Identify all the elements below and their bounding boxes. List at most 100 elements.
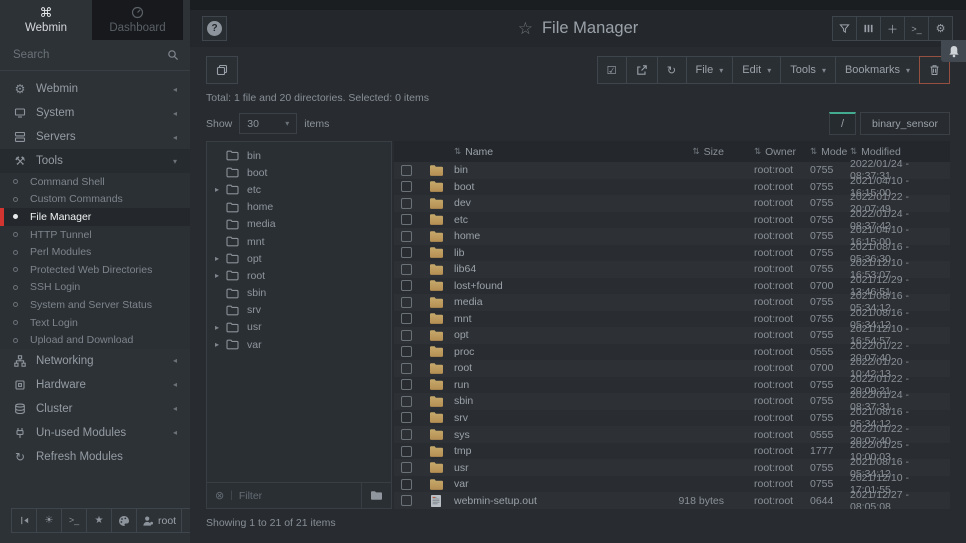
- favorite-star-icon[interactable]: ☆: [518, 19, 533, 39]
- clear-filter-icon[interactable]: ⊗: [215, 489, 224, 502]
- menu-bookmarks[interactable]: Bookmarks▾: [835, 56, 920, 84]
- refresh-button[interactable]: ↻: [657, 56, 687, 84]
- tree-item-var[interactable]: ▸var: [207, 336, 391, 353]
- chevron-right-icon[interactable]: ▸: [215, 185, 226, 194]
- chevron-right-icon[interactable]: ▸: [215, 340, 226, 349]
- collapse-sidebar-button[interactable]: [11, 508, 37, 533]
- row-checkbox[interactable]: [401, 313, 412, 324]
- menu-tools[interactable]: Tools▾: [780, 56, 836, 84]
- file-name-link[interactable]: lost+found: [454, 280, 650, 292]
- sidebar-subitem-ssh-login[interactable]: SSH Login: [0, 279, 190, 297]
- notifications-bell[interactable]: [941, 40, 966, 62]
- tree-filter-input[interactable]: Filter: [239, 490, 361, 502]
- favorites-button[interactable]: ★: [86, 508, 112, 533]
- file-name-link[interactable]: media: [454, 296, 650, 308]
- row-checkbox[interactable]: [401, 280, 412, 291]
- row-checkbox[interactable]: [401, 214, 412, 225]
- file-name-link[interactable]: bin: [454, 164, 650, 176]
- file-name-link[interactable]: dev: [454, 197, 650, 209]
- sidebar-subitem-perl-modules[interactable]: Perl Modules: [0, 243, 190, 261]
- terminal-button[interactable]: >_: [904, 16, 929, 41]
- sidebar-item-hardware[interactable]: Hardware◂: [0, 373, 190, 397]
- tree-item-usr[interactable]: ▸usr: [207, 319, 391, 336]
- file-name-link[interactable]: mnt: [454, 313, 650, 325]
- file-name-link[interactable]: srv: [454, 412, 650, 424]
- filter-button[interactable]: [832, 16, 857, 41]
- tree-item-media[interactable]: media: [207, 216, 391, 233]
- tree-item-root[interactable]: ▸root: [207, 267, 391, 284]
- add-tab-button[interactable]: ＋: [880, 16, 905, 41]
- sidebar-item-un-used-modules[interactable]: Un-used Modules◂: [0, 421, 190, 445]
- row-checkbox[interactable]: [401, 346, 412, 357]
- sidebar-item-system[interactable]: System◂: [0, 101, 190, 125]
- tree-item-sbin[interactable]: sbin: [207, 285, 391, 302]
- file-name-link[interactable]: webmin-setup.out: [454, 495, 650, 507]
- row-checkbox[interactable]: [401, 429, 412, 440]
- sidebar-subitem-command-shell[interactable]: Command Shell: [0, 173, 190, 191]
- row-checkbox[interactable]: [401, 231, 412, 242]
- file-name-link[interactable]: lib64: [454, 263, 650, 275]
- row-checkbox[interactable]: [401, 297, 412, 308]
- file-name-link[interactable]: sbin: [454, 395, 650, 407]
- sidebar-subitem-custom-commands[interactable]: Custom Commands: [0, 191, 190, 209]
- tree-item-srv[interactable]: srv: [207, 302, 391, 319]
- sidebar-item-networking[interactable]: Networking◂: [0, 349, 190, 373]
- palette-button[interactable]: [111, 508, 137, 533]
- row-checkbox[interactable]: [401, 363, 412, 374]
- user-button[interactable]: root: [136, 508, 182, 533]
- tree-item-mnt[interactable]: mnt: [207, 233, 391, 250]
- sidebar-subitem-http-tunnel[interactable]: HTTP Tunnel: [0, 226, 190, 244]
- tree-item-bin[interactable]: bin: [207, 147, 391, 164]
- row-checkbox[interactable]: [401, 396, 412, 407]
- column-header-name[interactable]: ⇅Name: [454, 146, 650, 158]
- file-name-link[interactable]: tmp: [454, 445, 650, 457]
- row-checkbox[interactable]: [401, 198, 412, 209]
- sidebar-subitem-file-manager[interactable]: File Manager: [0, 208, 190, 226]
- share-button[interactable]: [626, 56, 658, 84]
- chevron-right-icon[interactable]: ▸: [215, 323, 226, 332]
- file-name-link[interactable]: run: [454, 379, 650, 391]
- file-name-link[interactable]: proc: [454, 346, 650, 358]
- row-checkbox[interactable]: [401, 479, 412, 490]
- tree-item-boot[interactable]: boot: [207, 164, 391, 181]
- tab-webmin[interactable]: ⌘ Webmin: [0, 0, 92, 40]
- column-header-mode[interactable]: ⇅Mode: [800, 146, 846, 158]
- row-checkbox[interactable]: [401, 247, 412, 258]
- row-checkbox[interactable]: [401, 412, 412, 423]
- file-name-link[interactable]: usr: [454, 462, 650, 474]
- columns-button[interactable]: [856, 16, 881, 41]
- breadcrumb-current-button[interactable]: binary_sensor: [860, 112, 950, 135]
- file-name-link[interactable]: var: [454, 478, 650, 490]
- folders-only-button[interactable]: [361, 483, 391, 508]
- file-name-link[interactable]: boot: [454, 181, 650, 193]
- settings-button[interactable]: ⚙: [928, 16, 953, 41]
- row-checkbox[interactable]: [401, 181, 412, 192]
- file-name-link[interactable]: sys: [454, 429, 650, 441]
- row-checkbox[interactable]: [401, 462, 412, 473]
- search-input[interactable]: [13, 49, 167, 61]
- file-name-link[interactable]: lib: [454, 247, 650, 259]
- per-page-select[interactable]: 30 ▾: [239, 113, 297, 134]
- menu-file[interactable]: File▾: [686, 56, 734, 84]
- sidebar-item-servers[interactable]: Servers◂: [0, 125, 190, 149]
- sidebar-item-webmin[interactable]: ⚙Webmin◂: [0, 77, 190, 101]
- sidebar-item-cluster[interactable]: Cluster◂: [0, 397, 190, 421]
- tab-dashboard[interactable]: Dashboard: [92, 0, 183, 40]
- sidebar-item-tools[interactable]: ⚒Tools▾: [0, 149, 190, 173]
- column-header-modified[interactable]: ⇅Modified: [846, 146, 950, 158]
- row-checkbox[interactable]: [401, 330, 412, 341]
- select-all-button[interactable]: ☑: [597, 56, 627, 84]
- help-button[interactable]: ?: [202, 16, 227, 41]
- sidebar-subitem-upload-and-download[interactable]: Upload and Download: [0, 331, 190, 349]
- tree-item-home[interactable]: home: [207, 199, 391, 216]
- tree-item-etc[interactable]: ▸etc: [207, 181, 391, 198]
- row-checkbox[interactable]: [401, 165, 412, 176]
- row-checkbox[interactable]: [401, 264, 412, 275]
- row-checkbox[interactable]: [401, 495, 412, 506]
- column-header-size[interactable]: ⇅Size: [650, 146, 740, 158]
- menu-edit[interactable]: Edit▾: [732, 56, 781, 84]
- sidebar-subitem-protected-web-directories[interactable]: Protected Web Directories: [0, 261, 190, 279]
- file-name-link[interactable]: opt: [454, 329, 650, 341]
- breadcrumb-root-button[interactable]: /: [829, 112, 856, 135]
- sidebar-subitem-text-login[interactable]: Text Login: [0, 314, 190, 332]
